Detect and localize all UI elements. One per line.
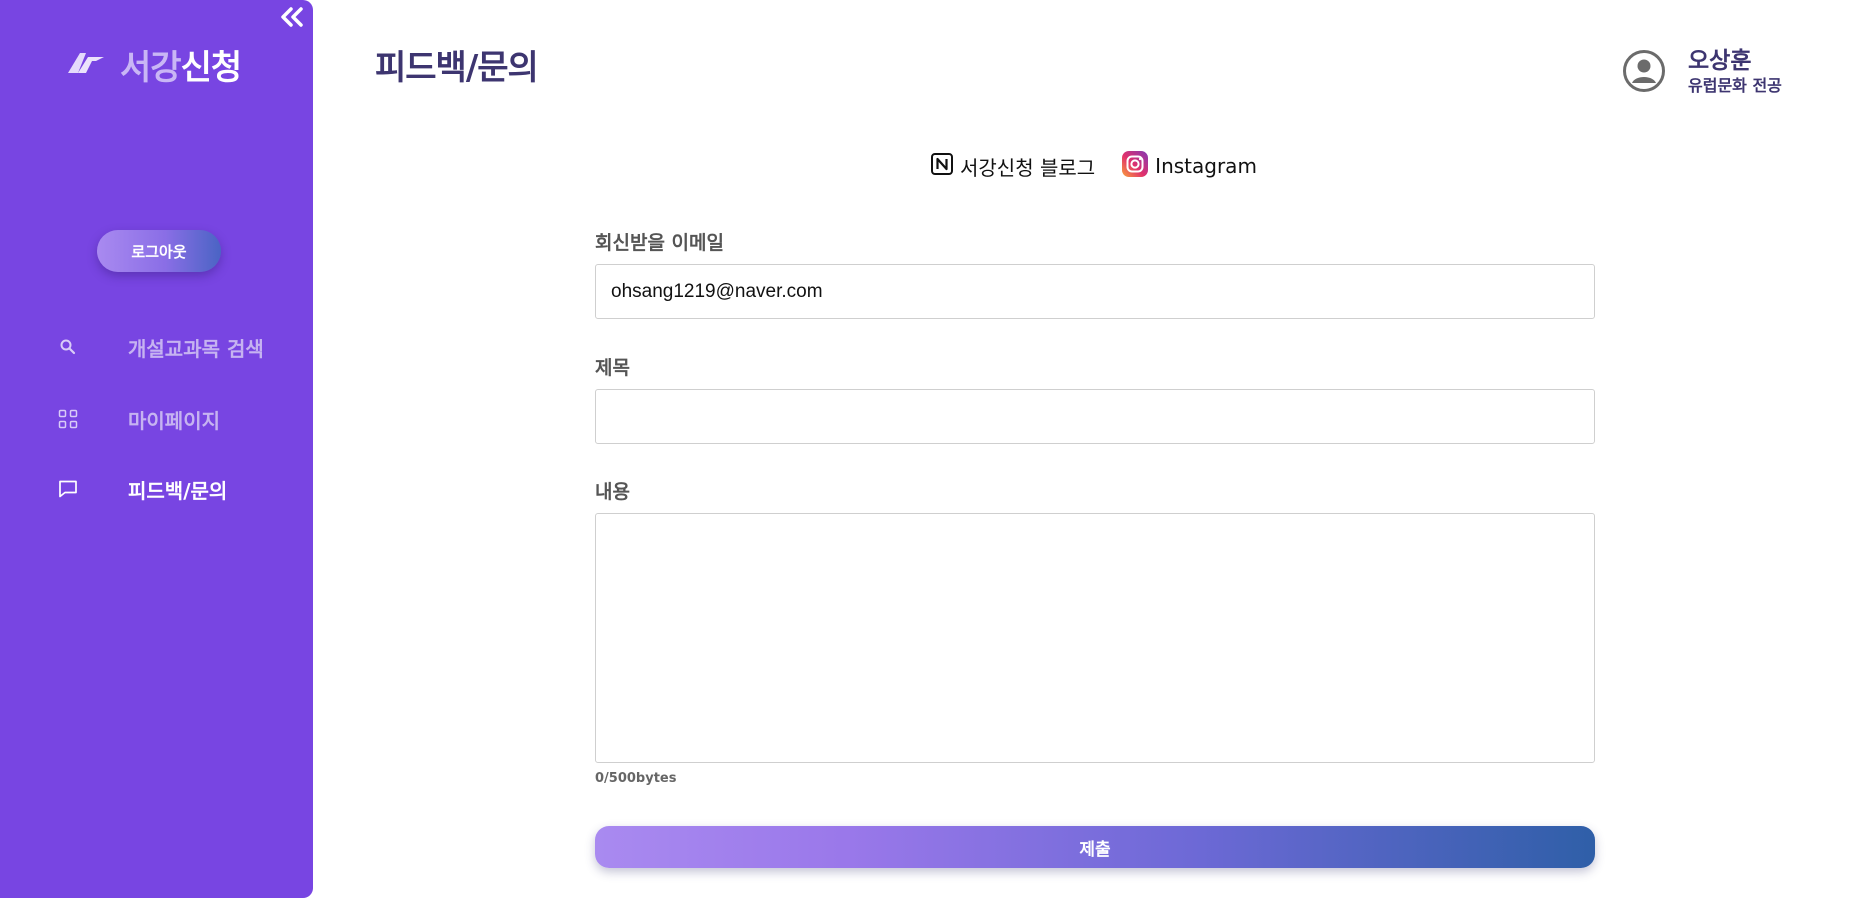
- submit-button[interactable]: 제출: [595, 826, 1595, 868]
- sidebar-item-label: 마이페이지: [128, 408, 220, 433]
- page-title: 피드백/문의: [375, 48, 539, 88]
- search-icon: [56, 335, 80, 359]
- sogang-logo-icon: [66, 47, 106, 81]
- sidebar-item-label: 개설교과목 검색: [128, 336, 264, 361]
- feedback-form: 회신받을 이메일 제목 내용 0/500bytes: [595, 228, 1595, 786]
- logout-button[interactable]: 로그아웃: [97, 230, 221, 272]
- user-info: 오상훈 유럽문화 전공: [1688, 47, 1782, 97]
- content-textarea[interactable]: [595, 513, 1595, 763]
- instagram-link[interactable]: Instagram: [1121, 150, 1257, 182]
- grid-icon: [56, 407, 80, 431]
- email-label: 회신받을 이메일: [595, 232, 724, 254]
- user-circle-icon: [1622, 49, 1666, 93]
- sidebar-item-course-search[interactable]: 개설교과목 검색: [56, 327, 296, 367]
- logo-text: 서강신청: [120, 40, 243, 89]
- double-chevron-left-icon: [279, 6, 305, 32]
- content-label: 내용: [595, 481, 630, 503]
- user-name: 오상훈: [1688, 48, 1752, 74]
- instagram-icon: [1121, 150, 1149, 182]
- user-profile[interactable]: 오상훈 유럽문화 전공: [1622, 47, 1782, 97]
- notion-icon: [930, 152, 954, 180]
- logo-text-strong: 신청: [180, 47, 243, 88]
- sidebar-item-feedback[interactable]: 피드백/문의: [56, 469, 296, 509]
- email-field[interactable]: [595, 264, 1595, 319]
- sidebar-item-label: 피드백/문의: [128, 478, 228, 503]
- logo-text-light: 서강: [120, 47, 182, 88]
- sidebar: 서강신청 로그아웃 개설교과목 검색 마이페이지 피드백/문의: [0, 0, 313, 898]
- subject-field[interactable]: [595, 389, 1595, 444]
- blog-link[interactable]: 서강신청 블로그: [930, 152, 1095, 181]
- collapse-sidebar-button[interactable]: [278, 6, 306, 32]
- byte-counter: 0/500bytes: [595, 771, 677, 786]
- message-icon: [56, 477, 80, 501]
- blog-link-label: 서강신청 블로그: [960, 155, 1096, 180]
- subject-label: 제목: [595, 357, 630, 379]
- external-links: 서강신청 블로그 Instagram: [930, 150, 1257, 182]
- app-logo[interactable]: 서강신청: [66, 40, 243, 89]
- user-major: 유럽문화 전공: [1688, 76, 1782, 95]
- sidebar-item-mypage[interactable]: 마이페이지: [56, 399, 296, 439]
- instagram-link-label: Instagram: [1155, 154, 1257, 178]
